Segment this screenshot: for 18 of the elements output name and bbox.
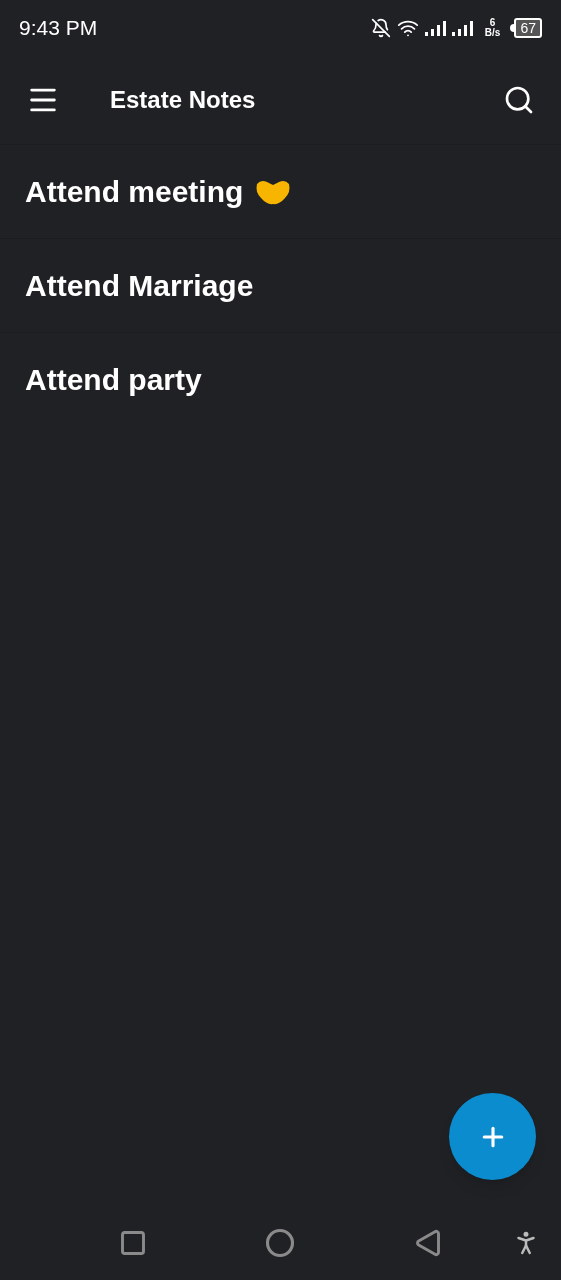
note-title: Attend meeting xyxy=(25,174,244,210)
search-icon xyxy=(503,84,535,116)
network-speed-unit: B/s xyxy=(484,28,501,38)
network-speed-value: 6 xyxy=(489,18,496,28)
recent-apps-button[interactable] xyxy=(119,1229,148,1257)
search-button[interactable] xyxy=(503,84,535,116)
note-title: Attend party xyxy=(25,362,202,398)
signal-icon xyxy=(424,20,475,36)
note-title: Attend Marriage xyxy=(25,268,254,304)
back-button[interactable] xyxy=(413,1229,442,1257)
note-item[interactable]: Attend party xyxy=(0,332,561,426)
home-button[interactable] xyxy=(265,1228,296,1258)
status-time: 9:43 PM xyxy=(19,15,98,42)
app-title: Estate Notes xyxy=(110,85,256,115)
bell-off-icon xyxy=(370,18,391,38)
note-item[interactable]: Attend meeting xyxy=(0,144,561,238)
note-item[interactable]: Attend Marriage xyxy=(0,238,561,332)
battery-level: 67 xyxy=(520,21,536,35)
